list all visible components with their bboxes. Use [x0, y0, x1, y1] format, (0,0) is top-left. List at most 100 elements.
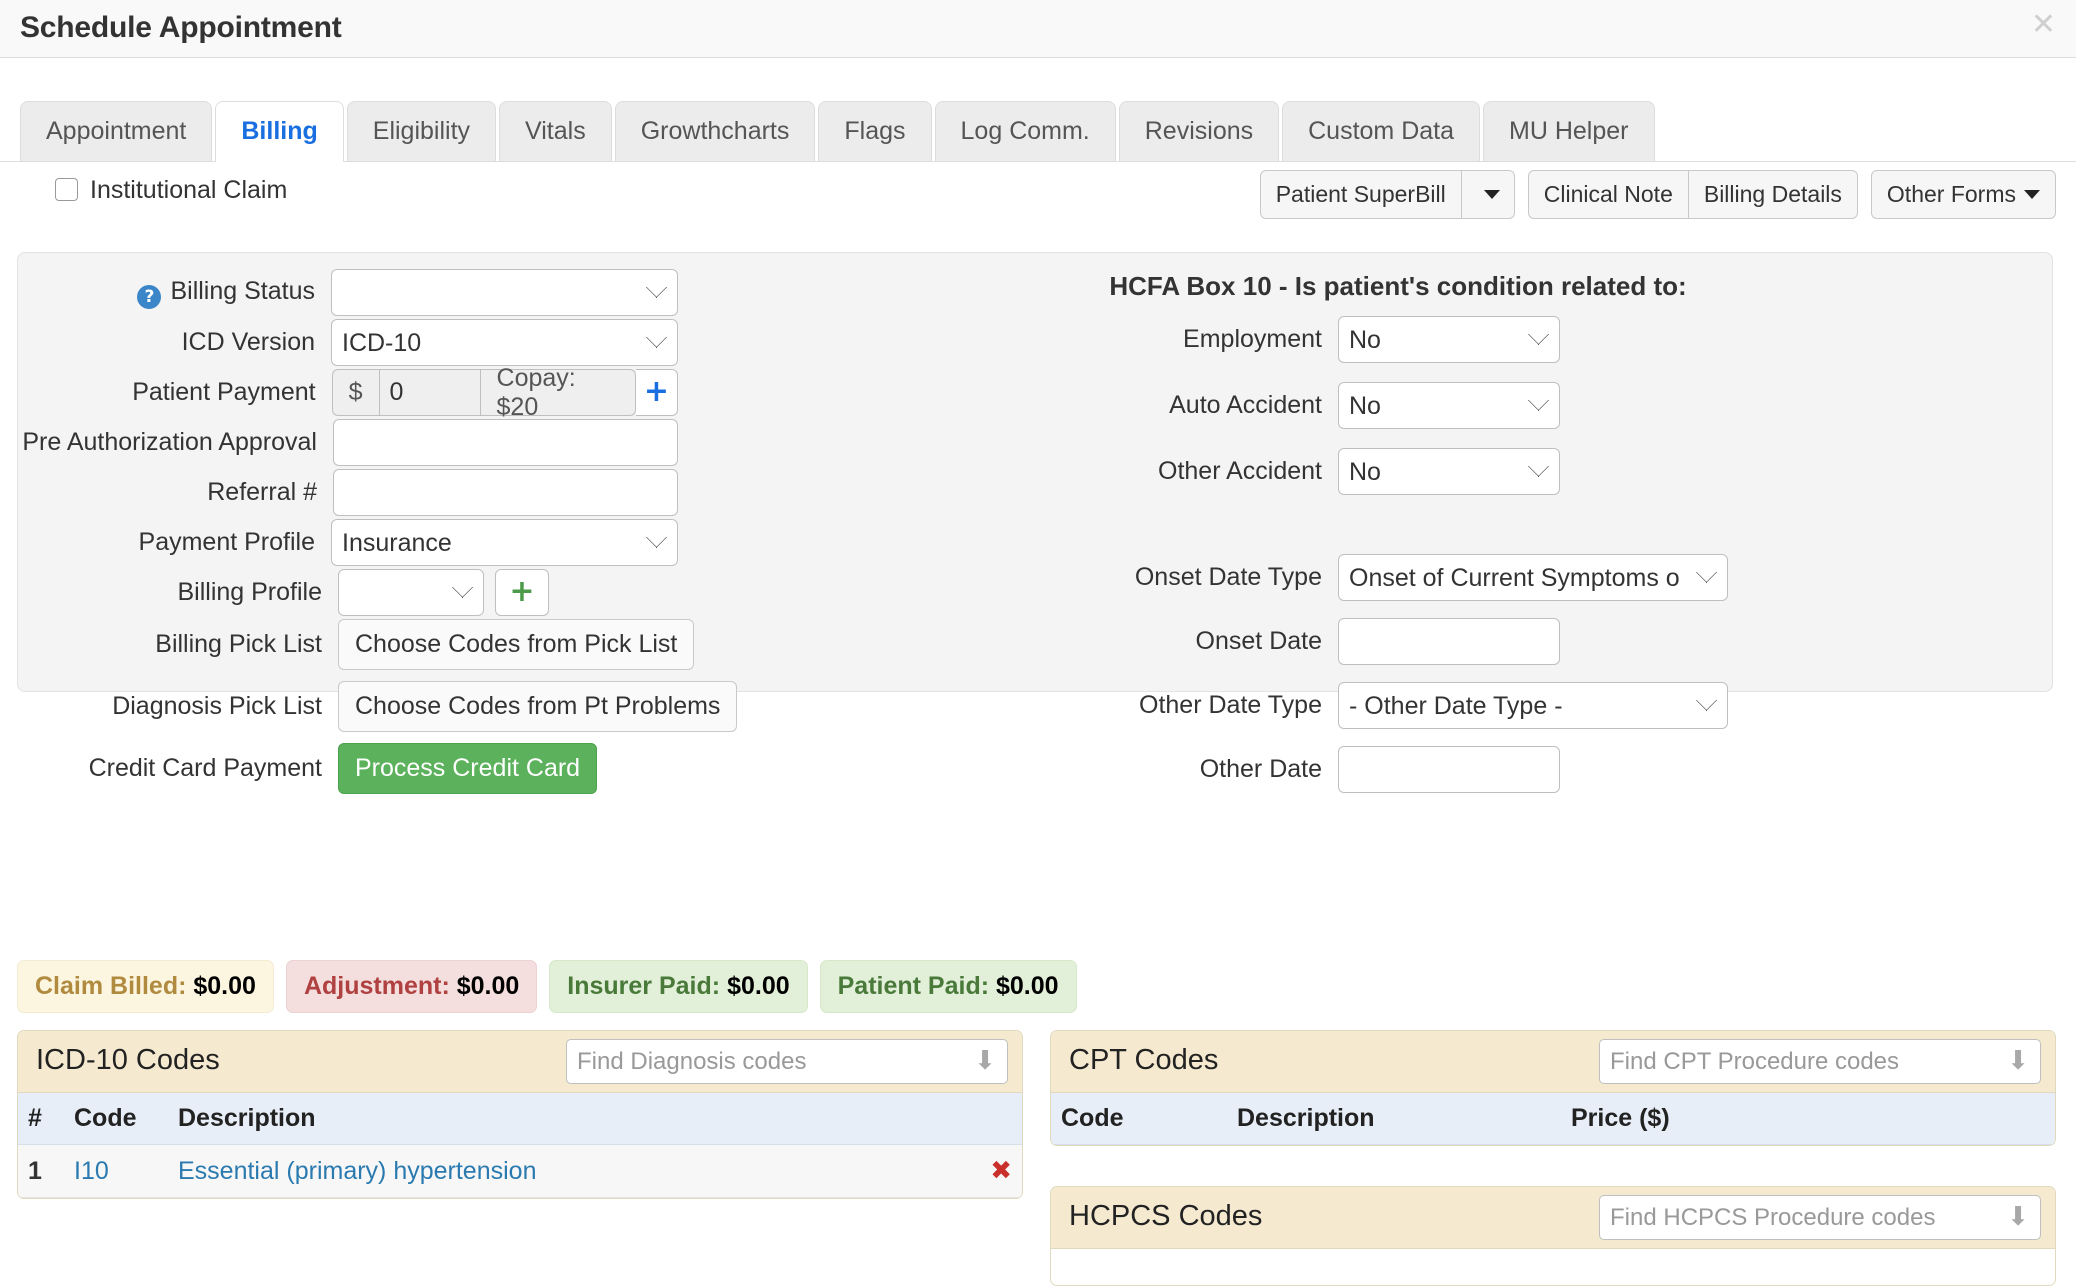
tab-log-comm[interactable]: Log Comm. [934, 101, 1116, 161]
dropdown-arrow-icon[interactable]: ⬇ [974, 1048, 996, 1075]
other-date-type-select[interactable]: - Other Date Type - [1338, 682, 1728, 729]
patient-payment-input-group: $ Copay: $20 + [331, 364, 678, 421]
icd-version-label: ICD Version [181, 328, 315, 356]
onset-date-type-select[interactable]: Onset of Current Symptoms o [1338, 554, 1728, 601]
other-accident-label: Other Accident [1158, 457, 1322, 485]
copay-label: Copay: $20 [480, 364, 636, 421]
tab-vitals[interactable]: Vitals [499, 101, 612, 161]
payment-profile-select[interactable]: Insurance [331, 519, 678, 566]
tab-custom-data[interactable]: Custom Data [1282, 101, 1481, 161]
field-payment-profile: Payment Profile Insurance [18, 519, 678, 566]
page-title: Schedule Appointment [20, 11, 342, 44]
cpt-codes-table: Code Description Price ($) [1051, 1093, 2055, 1145]
onset-date-input[interactable] [1338, 618, 1560, 665]
field-billing-pick-list: Billing Pick List Choose Codes from Pick… [18, 619, 778, 670]
hcpcs-search-box[interactable]: ⬇ [1599, 1195, 2041, 1240]
diagnosis-description-link[interactable]: Essential (primary) hypertension [178, 1157, 536, 1185]
patient-superbill-dropdown-button[interactable] [1460, 170, 1515, 219]
diagnosis-pick-list-label: Diagnosis Pick List [112, 692, 322, 720]
status-badge: Insurer Paid: $0.00 [549, 960, 808, 1013]
tab-appointment[interactable]: Appointment [20, 101, 213, 161]
badge-label: Adjustment: [303, 972, 450, 1000]
field-billing-status: ? Billing Status [18, 269, 678, 316]
close-icon[interactable]: ✕ [2031, 10, 2056, 40]
tab-flags[interactable]: Flags [818, 101, 932, 161]
field-patient-payment: Patient Payment $ Copay: $20 + [18, 364, 678, 421]
icd10-panel-header: ICD-10 Codes ⬇ [18, 1031, 1022, 1093]
tab-revisions[interactable]: Revisions [1118, 101, 1280, 161]
pre-authorization-label: Pre Authorization Approval [22, 428, 317, 456]
field-employment: Employment No [1018, 316, 1560, 363]
other-date-input[interactable] [1338, 746, 1560, 793]
badge-amount: $0.00 [193, 972, 256, 1000]
hcpcs-panel-header: HCPCS Codes ⬇ [1051, 1187, 2055, 1249]
field-referral: Referral # [18, 469, 678, 516]
hcpcs-panel-title: HCPCS Codes [1069, 1200, 1263, 1232]
institutional-claim-checkbox-group[interactable]: Institutional Claim [55, 176, 287, 205]
column-code: Code [1051, 1093, 1227, 1145]
choose-codes-pt-problems-button[interactable]: Choose Codes from Pt Problems [338, 681, 738, 732]
icd10-codes-panel: ICD-10 Codes ⬇ # Code Description 1 I10 Es… [17, 1030, 1023, 1199]
billing-profile-select[interactable] [338, 569, 484, 616]
institutional-claim-checkbox[interactable] [55, 178, 78, 201]
auto-accident-label: Auto Accident [1169, 391, 1322, 419]
billing-status-label: Billing Status [170, 276, 315, 305]
other-forms-button[interactable]: Other Forms [1870, 170, 2056, 219]
icd-version-select[interactable]: ICD-10 [331, 319, 678, 366]
field-diagnosis-pick-list: Diagnosis Pick List Choose Codes from Pt… [18, 681, 778, 732]
field-icd-version: ICD Version ICD-10 [18, 319, 678, 366]
hcpcs-search-input[interactable] [1600, 1196, 2040, 1239]
icd10-codes-table: # Code Description 1 I10 Essential (primar… [18, 1093, 1022, 1198]
tab-eligibility[interactable]: Eligibility [346, 101, 497, 161]
cpt-panel-title: CPT Codes [1069, 1044, 1219, 1076]
referral-input[interactable] [333, 469, 678, 516]
employment-label: Employment [1183, 325, 1322, 353]
help-icon[interactable]: ? [137, 284, 162, 309]
icd10-search-input[interactable] [567, 1040, 1007, 1083]
tab-billing[interactable]: Billing [215, 101, 344, 162]
process-credit-card-button[interactable]: Process Credit Card [338, 743, 598, 794]
tab-growthcharts[interactable]: Growthcharts [614, 101, 816, 161]
icd10-search-box[interactable]: ⬇ [566, 1039, 1008, 1084]
field-auto-accident: Auto Accident No [1018, 382, 1560, 429]
patient-payment-input[interactable] [378, 369, 481, 416]
tab-mu-helper[interactable]: MU Helper [1483, 101, 1655, 161]
billing-status-select[interactable] [331, 269, 678, 316]
dropdown-arrow-icon[interactable]: ⬇ [2007, 1204, 2029, 1231]
column-description: Description [168, 1093, 1022, 1145]
auto-accident-select[interactable]: No [1338, 382, 1560, 429]
patient-superbill-button[interactable]: Patient SuperBill [1259, 170, 1462, 219]
diagnosis-code-link[interactable]: I10 [74, 1157, 109, 1185]
badge-amount: $0.00 [996, 972, 1059, 1000]
table-header-row: # Code Description [18, 1093, 1022, 1145]
employment-select[interactable]: No [1338, 316, 1560, 363]
institutional-claim-label: Institutional Claim [90, 176, 288, 204]
add-payment-button[interactable]: + [635, 369, 678, 416]
patient-superbill-group: Patient SuperBill [1259, 170, 1515, 219]
billing-details-button[interactable]: Billing Details [1687, 170, 1858, 219]
badge-label: Patient Paid: [837, 972, 990, 1000]
other-date-type-label: Other Date Type [1139, 691, 1322, 719]
other-accident-select[interactable]: No [1338, 448, 1560, 495]
dropdown-arrow-icon[interactable]: ⬇ [2007, 1048, 2029, 1075]
icd10-panel-title: ICD-10 Codes [36, 1044, 220, 1076]
cpt-codes-panel: CPT Codes ⬇ Code Description Price ($) [1050, 1030, 2056, 1146]
field-other-accident: Other Accident No [1018, 448, 1560, 495]
column-description: Description [1227, 1093, 1561, 1145]
other-forms-group: Other Forms [1870, 170, 2056, 219]
other-date-label: Other Date [1199, 755, 1322, 783]
onset-date-type-label: Onset Date Type [1134, 563, 1322, 591]
field-other-date: Other Date [948, 746, 1560, 793]
clinical-note-button[interactable]: Clinical Note [1527, 170, 1689, 219]
pre-authorization-input[interactable] [333, 419, 678, 466]
column-number: # [18, 1093, 64, 1145]
other-forms-label: Other Forms [1886, 181, 2016, 207]
delete-row-icon[interactable]: ✖ [990, 1156, 1012, 1186]
hcfa-box10-title: HCFA Box 10 - Is patient's condition rel… [1109, 271, 1687, 301]
cpt-search-input[interactable] [1600, 1040, 2040, 1083]
column-price: Price ($) [1561, 1093, 2055, 1145]
cpt-search-box[interactable]: ⬇ [1599, 1039, 2041, 1084]
add-billing-profile-button[interactable]: + [495, 569, 549, 616]
currency-symbol: $ [331, 369, 379, 416]
choose-codes-pick-list-button[interactable]: Choose Codes from Pick List [338, 619, 695, 670]
